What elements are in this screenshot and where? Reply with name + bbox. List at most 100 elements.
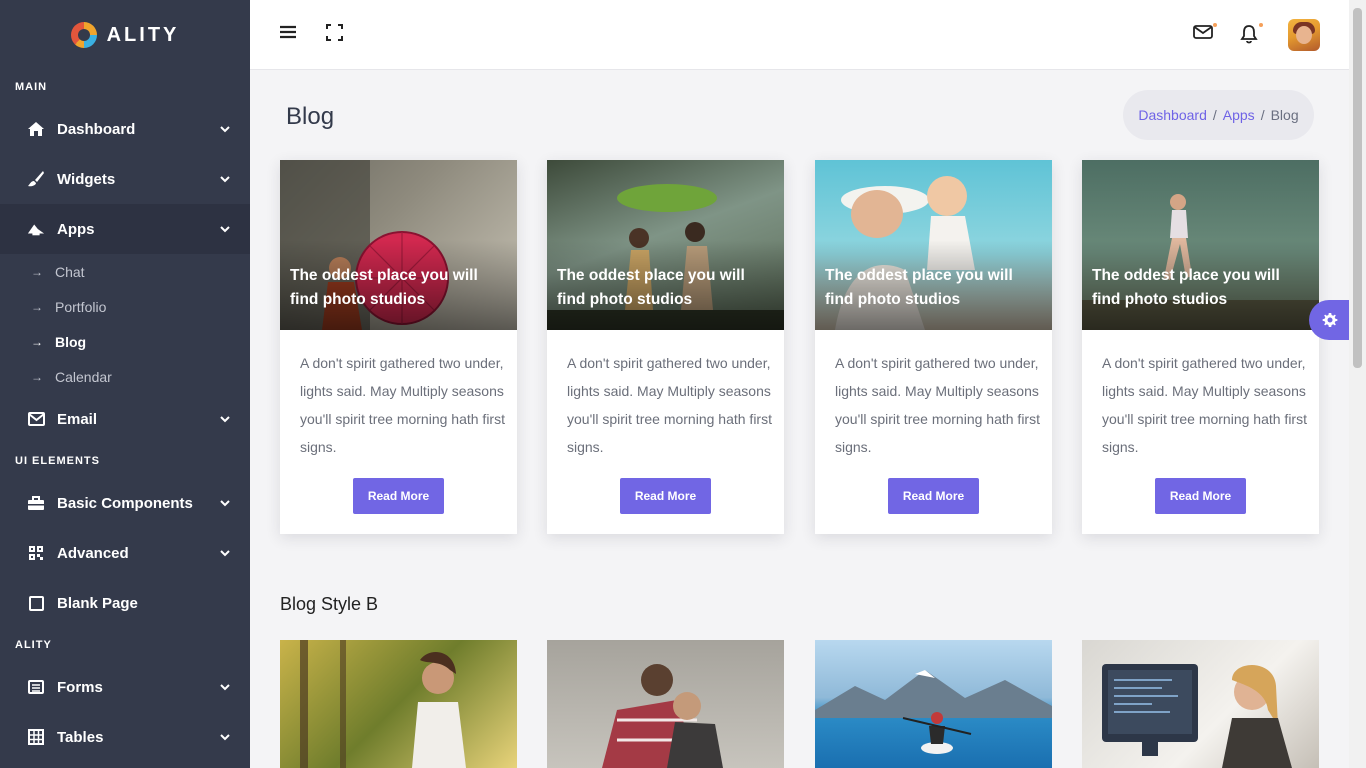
arrow-right-icon: → [31, 299, 43, 314]
blog-card-title: The oddest place you will find photo stu… [1092, 267, 1280, 308]
brush-icon [27, 170, 45, 188]
chevron-down-icon [220, 126, 230, 133]
topbar [250, 0, 1349, 70]
briefcase-icon [27, 494, 45, 512]
sidebar-item-label: Blank Page [57, 594, 138, 612]
chevron-down-icon [220, 176, 230, 183]
chevron-down-icon [220, 684, 230, 691]
sidebar-item-label: Basic Components [57, 494, 193, 512]
notification-dot [1259, 23, 1263, 27]
notifications-button[interactable] [1240, 23, 1263, 46]
blog-card-image: The oddest place you will find photo stu… [280, 160, 517, 330]
blog-card-image: The oddest place you will find photo stu… [815, 160, 1052, 330]
sidebar-item-label: Email [57, 410, 98, 428]
blog-b-card-image[interactable] [815, 640, 1052, 768]
breadcrumb-separator: / [1212, 107, 1217, 123]
brand-logo[interactable]: ALITY [0, 0, 250, 70]
table-icon [27, 728, 45, 746]
blog-card-excerpt: A don't spirit gathered two under, light… [1102, 355, 1307, 455]
blog-card-image: The oddest place you will find photo stu… [547, 160, 784, 330]
sidebar-item-widgets[interactable]: Widgets [0, 154, 250, 204]
sidebar-subitem-label: Blog [55, 333, 87, 350]
brand-name: ALITY [106, 23, 180, 46]
gear-icon [1322, 313, 1338, 327]
list-icon [27, 678, 45, 696]
page-title: Blog [286, 103, 335, 130]
blog-card-excerpt: A don't spirit gathered two under, light… [835, 355, 1040, 455]
sidebar-subitem-portfolio[interactable]: → Portfolio [0, 289, 250, 324]
arrow-right-icon: → [31, 369, 43, 384]
blog-card-image: The oddest place you will find photo stu… [1082, 160, 1319, 330]
qrcode-icon [27, 544, 45, 562]
bell-icon [1240, 25, 1258, 44]
blog-card-title: The oddest place you will find photo stu… [290, 267, 478, 308]
fullscreen-icon [326, 24, 343, 41]
chevron-down-icon [220, 734, 230, 741]
home-icon [27, 120, 45, 138]
section-label-ui-elements: UI ELEMENTS [15, 455, 100, 467]
blog-card-excerpt: A don't spirit gathered two under, light… [567, 355, 772, 455]
logo-icon [70, 22, 97, 48]
sidebar: ALITY MAIN Dashboard Widgets Apps → Chat… [0, 0, 250, 768]
breadcrumb-current: Blog [1270, 107, 1299, 123]
blog-card-excerpt: A don't spirit gathered two under, light… [300, 355, 505, 455]
blog-card-title: The oddest place you will find photo stu… [825, 267, 1013, 308]
sidebar-item-label: Forms [57, 678, 103, 696]
sidebar-item-tables[interactable]: Tables [0, 712, 250, 762]
sidebar-item-advanced[interactable]: Advanced [0, 528, 250, 578]
square-icon [27, 594, 45, 612]
sidebar-item-label: Widgets [57, 170, 116, 188]
chevron-down-icon [220, 550, 230, 557]
sidebar-item-label: Advanced [57, 544, 129, 562]
user-avatar[interactable] [1288, 19, 1320, 51]
sidebar-subitem-blog[interactable]: → Blog [0, 324, 250, 359]
read-more-button[interactable]: Read More [1155, 478, 1246, 514]
blog-b-card-image[interactable] [280, 640, 517, 768]
breadcrumb-apps[interactable]: Apps [1223, 107, 1255, 123]
section-label-main: MAIN [15, 81, 48, 93]
breadcrumb-separator: / [1260, 107, 1265, 123]
arrow-right-icon: → [31, 334, 43, 349]
blog-card-title: The oddest place you will find photo stu… [557, 267, 745, 308]
sidebar-item-label: Tables [57, 728, 104, 746]
read-more-button[interactable]: Read More [620, 478, 711, 514]
blog-card: The oddest place you will find photo stu… [280, 160, 517, 534]
sidebar-item-basic-components[interactable]: Basic Components [0, 478, 250, 528]
breadcrumb: Dashboard / Apps / Blog [1123, 90, 1314, 140]
scrollbar-thumb[interactable] [1353, 8, 1362, 368]
read-more-button[interactable]: Read More [888, 478, 979, 514]
sidebar-subitem-calendar[interactable]: → Calendar [0, 359, 250, 394]
breadcrumb-dashboard[interactable]: Dashboard [1138, 107, 1207, 123]
sidebar-item-blank-page[interactable]: Blank Page [0, 578, 250, 628]
sidebar-item-label: Apps [57, 220, 95, 238]
sidebar-item-apps[interactable]: Apps [0, 204, 250, 254]
sidebar-item-dashboard[interactable]: Dashboard [0, 104, 250, 154]
sidebar-subitem-label: Portfolio [55, 298, 107, 315]
section-title: Blog Style B [280, 594, 379, 614]
mail-button[interactable] [1193, 23, 1217, 46]
blog-b-card-image[interactable] [1082, 640, 1319, 768]
chevron-down-icon [220, 416, 230, 423]
sidebar-item-forms[interactable]: Forms [0, 662, 250, 712]
section-label-ality: ALITY [15, 639, 52, 651]
chevron-down-icon [220, 500, 230, 507]
arrow-right-icon: → [31, 264, 43, 279]
sidebar-item-label: Dashboard [57, 120, 136, 138]
settings-button[interactable] [1309, 300, 1351, 340]
sidebar-subitem-chat[interactable]: → Chat [0, 254, 250, 289]
apps-icon [27, 220, 45, 238]
envelope-icon [27, 410, 45, 428]
read-more-button[interactable]: Read More [353, 478, 444, 514]
fullscreen-button[interactable] [326, 24, 348, 46]
sidebar-subitem-label: Calendar [55, 368, 112, 385]
sidebar-subitem-label: Chat [55, 263, 85, 280]
mail-icon [1193, 25, 1213, 39]
blog-card: The oddest place you will find photo stu… [815, 160, 1052, 534]
hamburger-icon [280, 25, 296, 39]
sidebar-item-email[interactable]: Email [0, 394, 250, 444]
blog-card: The oddest place you will find photo stu… [1082, 160, 1319, 534]
menu-toggle-button[interactable] [279, 24, 301, 46]
mail-notification-dot [1213, 23, 1217, 27]
page-scrollbar[interactable] [1349, 0, 1366, 768]
blog-b-card-image[interactable] [547, 640, 784, 768]
